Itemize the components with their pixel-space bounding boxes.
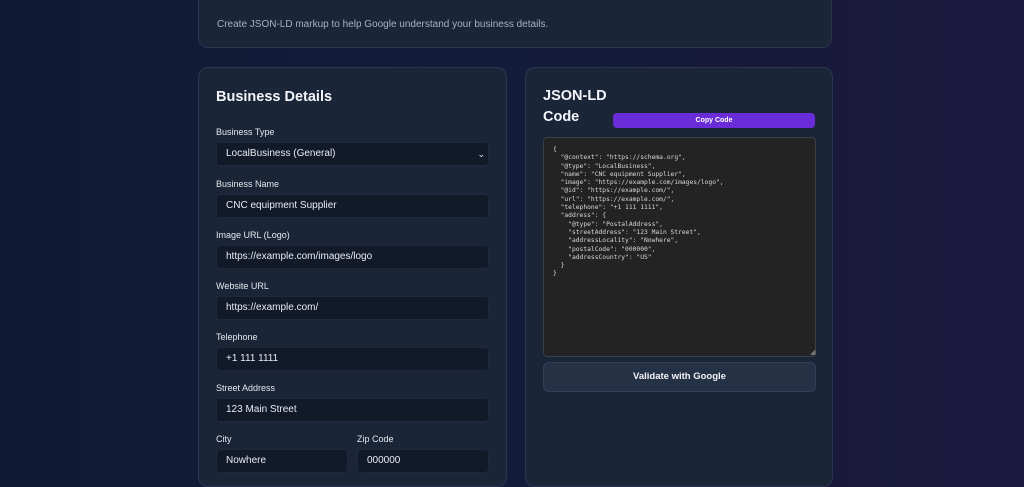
image-url-label: Image URL (Logo) <box>216 230 290 240</box>
city-value: Nowhere <box>226 455 267 466</box>
business-type-value: LocalBusiness (General) <box>226 148 336 159</box>
zip-code-value: 000000 <box>367 455 401 466</box>
telephone-label: Telephone <box>216 332 258 342</box>
website-url-value: https://example.com/ <box>226 302 319 313</box>
website-url-label: Website URL <box>216 281 269 291</box>
image-url-input[interactable]: https://example.com/images/logo <box>216 245 489 269</box>
business-name-value: CNC equipment Supplier <box>226 200 337 211</box>
business-name-label: Business Name <box>216 179 280 189</box>
street-address-label: Street Address <box>216 383 276 393</box>
copy-code-button[interactable]: Copy Code <box>613 113 815 128</box>
street-address-input[interactable]: 123 Main Street <box>216 398 489 422</box>
json-ld-code-output[interactable]: { "@context": "https://schema.org", "@ty… <box>543 137 816 357</box>
business-details-title: Business Details <box>216 89 333 105</box>
chevron-down-icon: ⌄ <box>477 149 485 159</box>
page-subtitle: Create JSON-LD markup to help Google und… <box>217 19 549 30</box>
zip-code-input[interactable]: 000000 <box>357 449 489 473</box>
telephone-input[interactable]: +1 111 1111 <box>216 347 489 371</box>
header-card: Create JSON-LD markup to help Google und… <box>198 0 832 48</box>
zip-code-label: Zip Code <box>357 434 394 444</box>
business-details-panel: Business Details Business Type LocalBusi… <box>198 67 507 487</box>
city-input[interactable]: Nowhere <box>216 449 348 473</box>
validate-with-google-button[interactable]: Validate with Google <box>543 362 816 392</box>
telephone-value: +1 111 1111 <box>226 353 279 364</box>
street-address-value: 123 Main Street <box>226 404 297 415</box>
json-ld-title-line1: JSON-LD <box>543 88 607 104</box>
json-ld-panel: JSON-LD Code Copy Code { "@context": "ht… <box>525 67 833 487</box>
website-url-input[interactable]: https://example.com/ <box>216 296 489 320</box>
business-type-label: Business Type <box>216 127 275 137</box>
business-name-input[interactable]: CNC equipment Supplier <box>216 194 489 218</box>
json-ld-title-line2: Code <box>543 109 580 125</box>
image-url-value: https://example.com/images/logo <box>226 251 373 262</box>
city-label: City <box>216 434 232 444</box>
business-type-select[interactable]: LocalBusiness (General) ⌄ <box>216 142 489 166</box>
